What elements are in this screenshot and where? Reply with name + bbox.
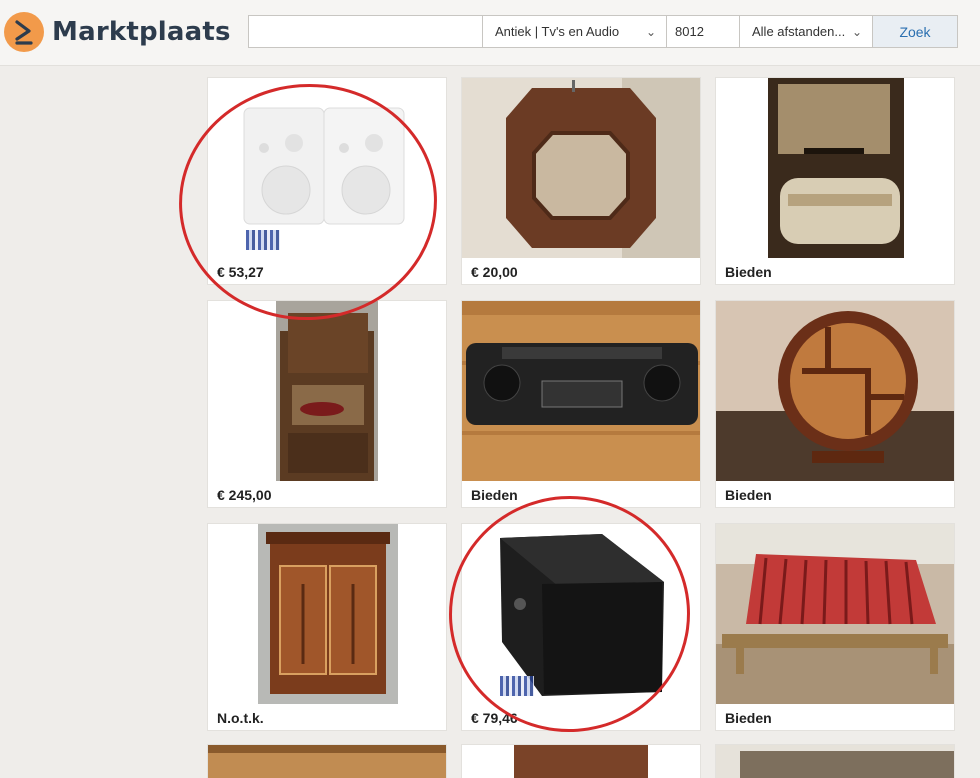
marktplaats-logo[interactable]: Marktplaats	[4, 12, 231, 52]
search-bar: Antiek | Tv's en Audio ⌄ Alle afstanden.…	[248, 15, 958, 48]
logo-text: Marktplaats	[52, 17, 231, 47]
listing-card[interactable]: Bieden	[461, 300, 701, 508]
listing-card[interactable]	[207, 744, 447, 778]
seller-badge	[500, 676, 534, 696]
listing-card[interactable]: Bieden	[715, 300, 955, 508]
listing-price: € 53,27	[217, 264, 264, 280]
search-button[interactable]: Zoek	[872, 16, 957, 47]
listing-image[interactable]	[462, 524, 700, 704]
listing-card[interactable]	[715, 744, 955, 778]
category-select-value: Antiek | Tv's en Audio	[495, 24, 620, 39]
chevron-down-icon: ⌄	[645, 24, 656, 39]
listing-image[interactable]	[716, 524, 954, 704]
listing-card[interactable]: € 79,46	[461, 523, 701, 731]
listing-image[interactable]	[716, 78, 954, 258]
listing-card[interactable]	[461, 744, 701, 778]
listing-card[interactable]: € 245,00	[207, 300, 447, 508]
listing-card[interactable]: Bieden	[715, 77, 955, 285]
listing-image[interactable]	[208, 301, 446, 481]
listing-image[interactable]	[208, 78, 446, 258]
listing-card[interactable]: € 53,27	[207, 77, 447, 285]
top-bar: Marktplaats Antiek | Tv's en Audio ⌄ All…	[0, 0, 980, 66]
listing-image[interactable]	[462, 745, 700, 778]
listing-price: Bieden	[725, 710, 772, 726]
listing-card[interactable]: Bieden	[715, 523, 955, 731]
listing-card[interactable]: N.o.t.k.	[207, 523, 447, 731]
listing-image[interactable]	[462, 301, 700, 481]
listing-image[interactable]	[462, 78, 700, 258]
listing-image[interactable]	[208, 524, 446, 704]
listing-price: € 20,00	[471, 264, 518, 280]
chevron-down-icon: ⌄	[851, 24, 862, 39]
postcode-input[interactable]	[666, 16, 739, 47]
listing-card[interactable]: € 20,00	[461, 77, 701, 285]
listing-price: N.o.t.k.	[217, 710, 264, 726]
seller-badge	[246, 230, 280, 250]
distance-select-value: Alle afstanden...	[752, 24, 846, 39]
search-input[interactable]	[249, 16, 482, 47]
logo-icon	[4, 12, 44, 52]
listing-price: € 79,46	[471, 710, 518, 726]
listing-image[interactable]	[716, 745, 954, 778]
listing-price: Bieden	[725, 487, 772, 503]
distance-select[interactable]: Alle afstanden... ⌄	[739, 16, 872, 47]
listing-price: Bieden	[725, 264, 772, 280]
listing-price: Bieden	[471, 487, 518, 503]
listing-image[interactable]	[208, 745, 446, 778]
listing-image[interactable]	[716, 301, 954, 481]
listing-price: € 245,00	[217, 487, 272, 503]
category-select[interactable]: Antiek | Tv's en Audio ⌄	[482, 16, 666, 47]
